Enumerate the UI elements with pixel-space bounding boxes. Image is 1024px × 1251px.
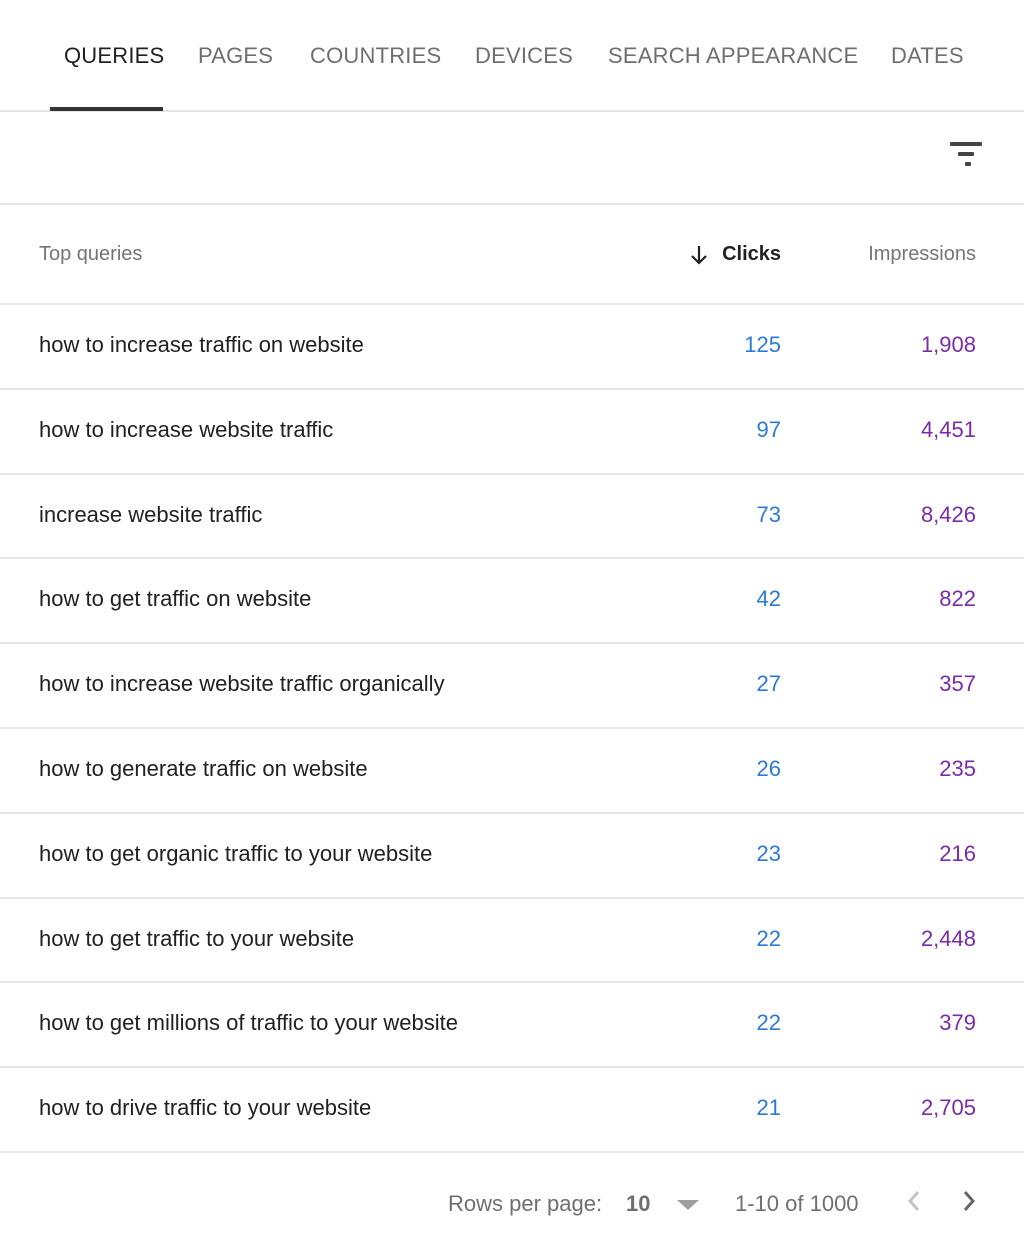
- rows-per-page-value: 10: [626, 1191, 651, 1216]
- table-row[interactable]: how to increase website traffic 97 4,451: [0, 390, 1024, 475]
- query-cell: how to get millions of traffic to your w…: [39, 1010, 459, 1036]
- arrow-down-icon: [691, 245, 707, 265]
- impressions-cell: 235: [939, 755, 976, 781]
- clicks-cell: 125: [744, 332, 781, 357]
- chevron-right-icon: [963, 1191, 976, 1211]
- dropdown-caret-icon: [677, 1200, 699, 1210]
- rows-per-page-label: Rows per page:: [448, 1191, 603, 1216]
- query-cell: how to get traffic to your website: [39, 925, 355, 951]
- query-cell: how to get traffic on website: [39, 586, 312, 612]
- tab-pages[interactable]: PAGES: [198, 43, 273, 69]
- table-header: Top queries Clicks Impressions: [0, 205, 1024, 305]
- table-row[interactable]: how to get traffic on website 42 822: [0, 559, 1024, 645]
- tab-search-appearance[interactable]: SEARCH APPEARANCE: [608, 43, 858, 69]
- impressions-cell: 216: [939, 840, 976, 866]
- column-header-clicks[interactable]: Clicks: [690, 243, 781, 266]
- clicks-cell: 27: [756, 671, 781, 697]
- filter-bar: [965, 162, 971, 166]
- clicks-cell: 22: [756, 925, 781, 951]
- query-cell: how to increase website traffic: [39, 416, 334, 442]
- impressions-cell: 2,705: [920, 1095, 976, 1121]
- impressions-cell: 822: [939, 586, 976, 612]
- clicks-cell: 26: [756, 755, 781, 781]
- query-cell: how to generate traffic on website: [39, 755, 368, 781]
- table-row[interactable]: increase website traffic 73 8,426: [0, 475, 1024, 560]
- tab-countries[interactable]: COUNTRIES: [310, 43, 441, 69]
- filter-bar: [950, 142, 982, 146]
- table-row[interactable]: how to increase website traffic organica…: [0, 644, 1024, 729]
- impressions-cell: 8,426: [920, 501, 976, 527]
- table-row[interactable]: how to get organic traffic to your websi…: [0, 814, 1024, 899]
- clicks-cell: 23: [756, 840, 781, 866]
- clicks-cell: 22: [756, 1010, 781, 1036]
- query-cell: increase website traffic: [39, 501, 263, 527]
- report-tabs: QUERIES PAGES COUNTRIES DEVICES SEARCH A…: [0, 0, 1024, 112]
- query-cell: how to drive traffic to your website: [39, 1095, 372, 1121]
- impressions-cell: 357: [939, 671, 976, 697]
- impressions-cell: 379: [939, 1010, 976, 1036]
- column-header-query: Top queries: [39, 243, 143, 265]
- column-header-clicks-label: Clicks: [722, 243, 781, 265]
- filter-bar: [958, 152, 974, 156]
- pagination: Rows per page: 10 1-10 of 1000: [0, 1160, 1024, 1251]
- filter-list-icon[interactable]: [946, 138, 986, 172]
- rows-per-page-select[interactable]: 10: [624, 1185, 708, 1221]
- previous-page-button[interactable]: [899, 1184, 929, 1218]
- query-cell: how to get organic traffic to your websi…: [39, 840, 433, 866]
- clicks-cell: 42: [756, 586, 781, 612]
- column-header-impressions[interactable]: Impressions: [868, 243, 976, 266]
- table-row[interactable]: how to get traffic to your website 22 2,…: [0, 899, 1024, 984]
- page-range: 1-10 of 1000: [735, 1191, 859, 1216]
- clicks-cell: 97: [756, 416, 781, 442]
- table-row[interactable]: how to generate traffic on website 26 23…: [0, 729, 1024, 814]
- tab-devices[interactable]: DEVICES: [475, 43, 573, 69]
- query-cell: how to increase website traffic organica…: [39, 671, 445, 697]
- clicks-cell: 73: [756, 501, 781, 527]
- table-toolbar: [0, 112, 1024, 205]
- tab-dates[interactable]: DATES: [891, 43, 964, 69]
- impressions-cell: 2,448: [920, 925, 976, 951]
- impressions-cell: 1,908: [920, 332, 976, 357]
- table-row[interactable]: how to increase traffic on website 125 1…: [0, 305, 1024, 390]
- chevron-left-icon: [907, 1191, 920, 1211]
- impressions-cell: 4,451: [920, 416, 976, 442]
- clicks-cell: 21: [756, 1095, 781, 1121]
- tab-queries[interactable]: QUERIES: [64, 43, 164, 69]
- table-body: how to increase traffic on website 125 1…: [0, 305, 1024, 1153]
- next-page-button[interactable]: [955, 1184, 985, 1218]
- table-row[interactable]: how to drive traffic to your website 21 …: [0, 1068, 1024, 1153]
- active-tab-indicator: [50, 107, 163, 111]
- table-row[interactable]: how to get millions of traffic to your w…: [0, 983, 1024, 1069]
- query-cell: how to increase traffic on website: [39, 332, 364, 357]
